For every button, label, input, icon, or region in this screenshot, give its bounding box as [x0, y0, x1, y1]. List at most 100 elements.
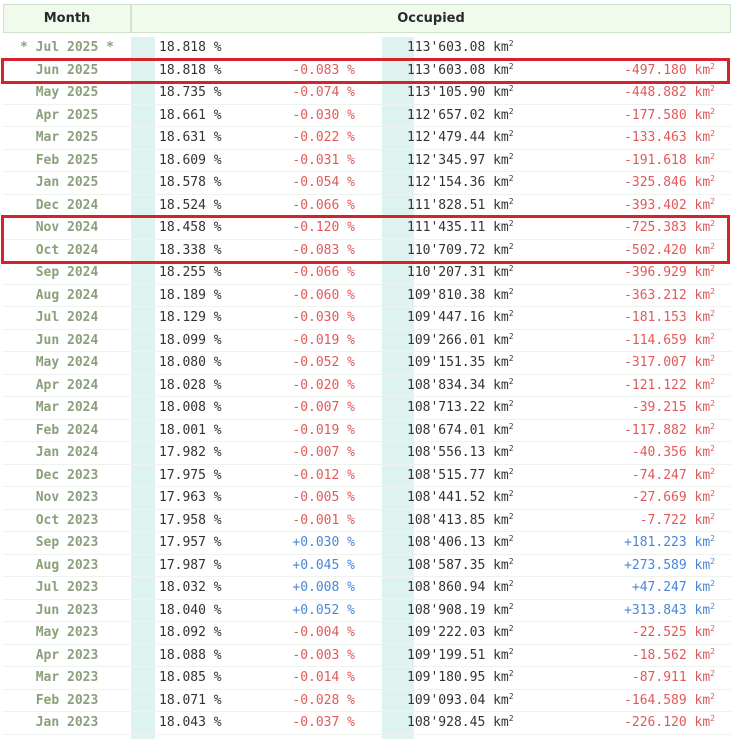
unit-superscript: 2 — [710, 331, 715, 341]
unit-superscript: 2 — [710, 691, 715, 701]
occupied-pct-cell: 18.028 % — [159, 375, 254, 397]
pct-change-cell: -0.001 % — [255, 510, 355, 532]
month-cell: Feb 2025 — [3, 150, 131, 172]
unit-superscript: 2 — [710, 196, 715, 206]
header-month[interactable]: Month — [3, 4, 131, 33]
unit-superscript: 2 — [710, 579, 715, 588]
month-cell-text: Dec 2024 — [35, 197, 99, 213]
pct-change-cell: -0.028 % — [255, 690, 355, 712]
pct-change-cell — [255, 37, 355, 59]
unit-superscript: 2 — [508, 624, 514, 633]
month-cell: Oct 2023 — [3, 510, 131, 532]
month-cell-text: Jan 2024 — [35, 445, 99, 460]
pct-change-cell-text: -0.019 % — [292, 422, 355, 438]
occupied-pct-cell-text: 18.735 % — [159, 85, 222, 100]
occupied-pct-cell-text: 18.092 % — [159, 625, 222, 640]
area-change-cell-text: -39.215 km — [631, 400, 711, 415]
occupied-area-cell: 109'810.38 km2 — [407, 285, 552, 307]
unit-superscript: 2 — [508, 466, 514, 476]
table-row: Jan 2025 18.578 % -0.054 % 112'154.36 km2 -3… — [3, 172, 731, 195]
occupied-pct-cell-text: 18.043 % — [159, 715, 222, 730]
unit-superscript: 2 — [710, 489, 715, 498]
month-cell-text: Aug 2024 — [35, 287, 99, 303]
month-cell: Sep 2023 — [3, 532, 131, 554]
unit-superscript: 2 — [508, 646, 514, 656]
occupied-pct-cell-text: 18.524 % — [159, 197, 222, 213]
month-cell: Jul 2023 — [3, 577, 131, 599]
month-cell: Jan 2023 — [3, 712, 131, 734]
unit-superscript: 2 — [508, 511, 514, 521]
area-change-cell: -114.659 km2 — [555, 330, 715, 352]
table-row: May 2024 18.080 % -0.052 % 109'151.35 km2 -3… — [3, 352, 731, 375]
header-occupied[interactable]: Occupied — [131, 4, 731, 33]
pct-change-cell: +0.052 % — [255, 600, 355, 622]
occupied-area-cell-text: 108'587.35 km — [407, 557, 509, 573]
month-cell-text: Jun 2024 — [35, 332, 99, 348]
highlight-box — [1, 57, 730, 84]
month-cell: Jun 2024 — [3, 330, 131, 352]
area-change-cell: -177.580 km2 — [555, 105, 715, 127]
occupied-pct-cell: 18.631 % — [159, 127, 254, 149]
unit-superscript: 2 — [508, 421, 514, 431]
area-change-cell-text: -121.122 km — [624, 377, 711, 393]
occupied-area-cell: 109'266.01 km2 — [407, 330, 552, 352]
occupied-pct-cell: 17.987 % — [159, 555, 254, 577]
unit-superscript: 2 — [508, 309, 514, 318]
area-change-cell: -363.212 km2 — [555, 285, 715, 307]
area-change-cell-text: -40.356 km — [631, 445, 711, 460]
area-change-cell: -18.562 km2 — [555, 645, 715, 667]
occupied-area-cell: 108'860.94 km2 — [407, 577, 552, 599]
unit-superscript: 2 — [508, 106, 514, 116]
area-change-cell: -226.120 km2 — [555, 712, 715, 734]
pct-change-cell: -0.007 % — [255, 442, 355, 464]
month-cell-text: Jul 2024 — [35, 310, 99, 325]
occupied-area-cell-text: 108'556.13 km — [407, 445, 509, 460]
occupied-pct-cell-text: 18.088 % — [159, 647, 222, 663]
occupied-pct-cell: 18.818 % — [159, 37, 254, 59]
area-change-cell: -317.007 km2 — [555, 352, 715, 374]
month-cell: Aug 2024 — [3, 285, 131, 307]
occupied-area-cell-text: 109'222.03 km — [407, 625, 509, 640]
pct-change-cell: -0.060 % — [255, 285, 355, 307]
area-change-cell-text: -177.580 km — [624, 107, 711, 123]
month-cell-text: Feb 2023 — [35, 692, 99, 708]
area-change-cell-text: +181.223 km — [624, 535, 711, 550]
table-row: Sep 2024 18.255 % -0.066 % 110'207.31 km2 -3… — [3, 262, 731, 285]
table-row: Feb 2024 18.001 % -0.019 % 108'674.01 km2 -1… — [3, 420, 731, 442]
area-change-cell-text: -317.007 km — [624, 355, 711, 370]
occupied-pct-cell-text: 17.982 % — [159, 445, 222, 460]
occupied-pct-cell: 18.578 % — [159, 172, 254, 194]
area-change-cell-text: -74.247 km — [631, 467, 711, 483]
pct-change-cell: -0.005 % — [255, 487, 355, 509]
table-row: Sep 2023 17.957 % +0.030 % 108'406.13 km2 +1… — [3, 532, 731, 555]
month-cell-text: Mar 2023 — [35, 670, 99, 685]
month-cell-text: Dec 2023 — [35, 467, 99, 483]
occupied-area-cell: 108'587.35 km2 — [407, 555, 552, 577]
month-cell: Dec 2023 — [3, 465, 131, 487]
pct-change-cell: +0.030 % — [255, 532, 355, 554]
unit-superscript: 2 — [710, 84, 715, 93]
pct-change-cell: +0.045 % — [255, 555, 355, 577]
unit-superscript: 2 — [710, 151, 715, 161]
area-change-cell-text: -22.525 km — [631, 625, 711, 640]
table-row: Feb 2025 18.609 % -0.031 % 112'345.97 km2 -1… — [3, 150, 731, 172]
occupied-pct-cell: 18.085 % — [159, 667, 254, 689]
occupied-area-cell: 108'834.34 km2 — [407, 375, 552, 397]
unit-superscript: 2 — [508, 669, 514, 678]
occupied-pct-cell-text: 17.975 % — [159, 467, 222, 483]
pct-change-cell: -0.019 % — [255, 420, 355, 442]
area-change-cell: +181.223 km2 — [555, 532, 715, 554]
occupied-pct-cell: 18.524 % — [159, 195, 254, 217]
pct-change-cell-text: -0.007 % — [292, 400, 355, 415]
month-cell: Feb 2024 — [3, 420, 131, 442]
month-cell: Apr 2023 — [3, 645, 131, 667]
occupied-pct-cell: 18.088 % — [159, 645, 254, 667]
area-change-cell-text: -114.659 km — [624, 332, 711, 348]
unit-superscript: 2 — [508, 264, 514, 273]
occupied-area-cell-text: 109'151.35 km — [407, 355, 509, 370]
pct-change-cell-text: -0.022 % — [292, 130, 355, 145]
occupied-pct-cell-text: 17.987 % — [159, 557, 222, 573]
occupied-area-cell: 112'479.44 km2 — [407, 127, 552, 149]
area-change-cell-text: -363.212 km — [624, 287, 711, 303]
table-row: Jul 2023 18.032 % +0.008 % 108'860.94 km2 +4… — [3, 577, 731, 600]
